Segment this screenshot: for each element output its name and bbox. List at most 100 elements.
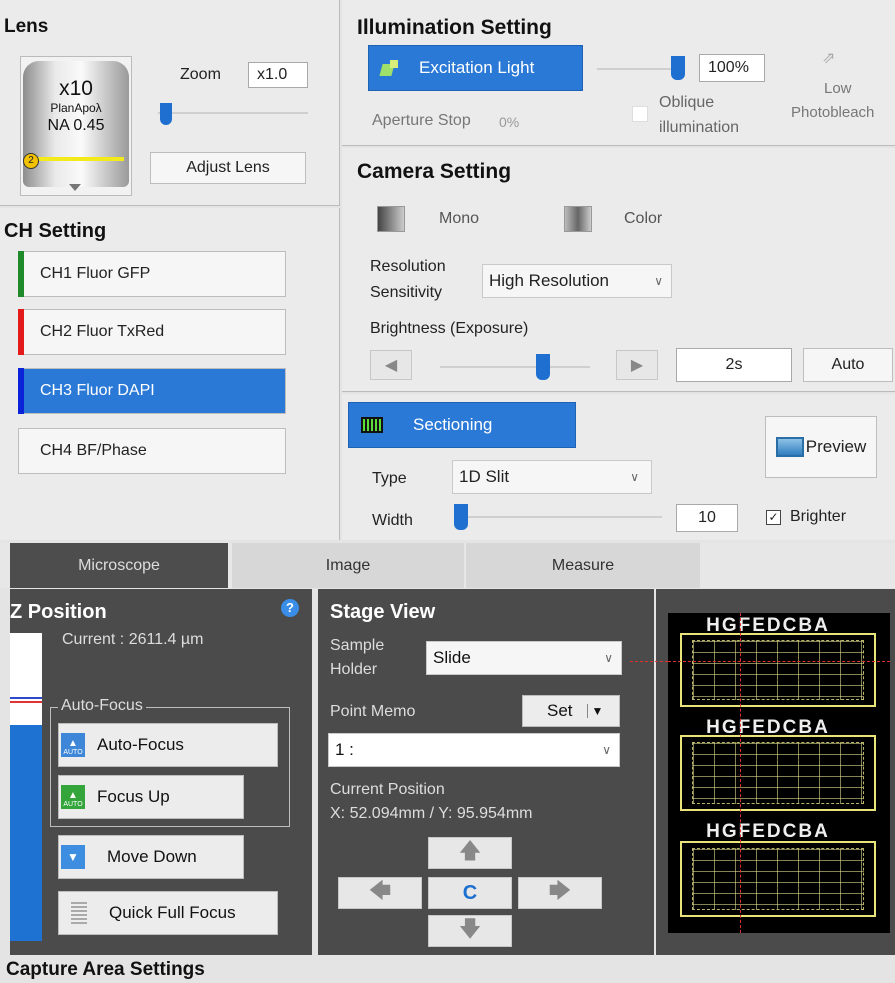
- channel-button-ch2[interactable]: CH2 Fluor TxRed: [18, 309, 286, 355]
- position-crosshair-h: [668, 661, 890, 662]
- brighter-label: Brighter: [790, 508, 847, 525]
- lens-panel: Lens x10 PlanApoλ NA 0.45 2 Zoom x1.0 Ad…: [0, 0, 340, 206]
- channel-label: CH4 BF/Phase: [40, 442, 147, 459]
- auto-focus-button[interactable]: ▲ AUTO Auto-Focus: [58, 723, 278, 767]
- quick-full-focus-button[interactable]: Quick Full Focus: [58, 891, 278, 935]
- oblique-checkbox[interactable]: [632, 106, 648, 122]
- chevron-down-icon: ∨: [630, 470, 639, 484]
- type-select[interactable]: 1D Slit ∨: [452, 460, 652, 494]
- channel-color-swatch: [18, 251, 24, 297]
- slide-2: [680, 735, 876, 811]
- color-icon[interactable]: [564, 206, 592, 232]
- preview-label: Preview: [805, 437, 867, 456]
- camera-title: Camera Setting: [357, 160, 512, 183]
- z-gauge-mid: [10, 703, 42, 725]
- tab-measure[interactable]: Measure: [466, 543, 700, 588]
- excitation-light-label: Excitation Light: [419, 58, 535, 77]
- stage-left-button[interactable]: 🡄: [338, 877, 422, 909]
- intensity-slider-track[interactable]: [597, 68, 679, 70]
- oblique-label-1: Oblique: [659, 94, 715, 111]
- stage-right-button[interactable]: 🡆: [518, 877, 602, 909]
- lens-title: Lens: [4, 16, 49, 37]
- excitation-light-button[interactable]: Excitation Light: [368, 45, 583, 91]
- mono-label[interactable]: Mono: [439, 210, 479, 228]
- zoom-slider-track[interactable]: [158, 112, 308, 114]
- intensity-value-field[interactable]: 100%: [699, 54, 765, 82]
- tab-image[interactable]: Image: [232, 543, 464, 588]
- sample-holder-label-1: Sample: [330, 637, 385, 654]
- stage-up-button[interactable]: 🡅: [428, 837, 512, 869]
- width-slider-thumb[interactable]: [454, 504, 468, 530]
- exposure-value-field[interactable]: 2s: [676, 348, 792, 382]
- channel-label: CH2 Fluor TxRed: [40, 323, 165, 340]
- set-dropdown-icon[interactable]: ▼: [586, 704, 603, 718]
- move-down-label: Move Down: [107, 847, 197, 866]
- sectioning-label: Sectioning: [413, 415, 493, 434]
- stage-map[interactable]: HGFEDCBA HGFEDCBA HGFEDCBA: [668, 613, 890, 933]
- photobleach-icon: ⇗: [822, 50, 836, 67]
- adjust-lens-button[interactable]: Adjust Lens: [150, 152, 306, 184]
- lens-objective-icon[interactable]: x10 PlanApoλ NA 0.45 2: [20, 56, 132, 196]
- sectioning-button[interactable]: Sectioning: [348, 402, 576, 448]
- preview-button[interactable]: Preview: [765, 416, 877, 478]
- chevron-down-icon: ∨: [654, 274, 663, 288]
- help-icon[interactable]: ?: [281, 599, 299, 617]
- tab-bar: Microscope Image Measure: [0, 543, 895, 588]
- zoom-value-field[interactable]: x1.0: [248, 62, 308, 88]
- intensity-slider-thumb[interactable]: [671, 56, 685, 80]
- focus-up-icon: ▲ AUTO: [61, 785, 85, 809]
- z-depth-gauge[interactable]: [10, 633, 42, 941]
- stage-center-button[interactable]: C: [428, 877, 512, 909]
- set-point-button[interactable]: Set ▼: [522, 695, 620, 727]
- auto-exposure-label: Auto: [831, 356, 865, 373]
- lens-type: PlanApoλ: [50, 101, 102, 115]
- current-position-label: Current Position: [330, 781, 445, 798]
- camera-panel: Camera Setting Mono Color Resolution Sen…: [342, 148, 895, 392]
- set-point-label: Set: [547, 701, 573, 720]
- sample-holder-value: Slide: [433, 648, 471, 667]
- sample-holder-select[interactable]: Slide ∨: [426, 641, 622, 675]
- preview-icon: [775, 437, 804, 457]
- zoom-label: Zoom: [180, 66, 221, 83]
- brighter-checkbox[interactable]: ✓: [766, 510, 781, 525]
- slide-1: [680, 633, 876, 707]
- photobleach-label: Photobleach: [791, 104, 875, 121]
- zoom-value: x1.0: [257, 66, 288, 83]
- tab-measure-label: Measure: [551, 556, 615, 574]
- focus-up-label: Focus Up: [97, 787, 170, 806]
- resolution-select[interactable]: High Resolution ∨: [482, 264, 672, 298]
- mono-icon[interactable]: [377, 206, 405, 232]
- zoom-slider-thumb[interactable]: [160, 103, 172, 125]
- width-slider-track[interactable]: [456, 516, 662, 518]
- auto-exposure-button[interactable]: Auto: [803, 348, 893, 382]
- brightness-decrease-button[interactable]: ◀: [370, 350, 412, 380]
- width-value: 10: [698, 509, 716, 526]
- width-value-field[interactable]: 10: [676, 504, 738, 532]
- exposure-slider-track[interactable]: [440, 366, 590, 368]
- quick-full-focus-icon: [71, 902, 87, 924]
- channel-button-ch3[interactable]: CH3 Fluor DAPI: [18, 368, 286, 414]
- z-gauge-top: [10, 633, 42, 697]
- resolution-label-1: Resolution: [370, 258, 446, 275]
- focus-up-button[interactable]: ▲ AUTO Focus Up: [58, 775, 244, 819]
- auto-focus-icon: ▲ AUTO: [61, 733, 85, 757]
- adjust-lens-label: Adjust Lens: [186, 159, 270, 176]
- channel-button-ch1[interactable]: CH1 Fluor GFP: [18, 251, 286, 297]
- resolution-label-2: Sensitivity: [370, 284, 443, 301]
- z-current-label: Current : 2611.4 µm: [62, 631, 204, 648]
- move-down-button[interactable]: ▼ Move Down: [58, 835, 244, 879]
- color-label[interactable]: Color: [624, 210, 662, 228]
- low-photobleach-button[interactable]: ⇗ Low Photobleach: [782, 44, 895, 132]
- tab-microscope[interactable]: Microscope: [10, 543, 228, 588]
- chevron-down-icon: ∨: [602, 743, 611, 757]
- stage-down-button[interactable]: 🡇: [428, 915, 512, 947]
- brightness-increase-button[interactable]: ▶: [616, 350, 658, 380]
- channel-button-ch4[interactable]: CH4 BF/Phase: [18, 428, 286, 474]
- plate-letters-3: HGFEDCBA: [706, 821, 830, 842]
- exposure-slider-thumb[interactable]: [536, 354, 550, 380]
- low-label: Low: [824, 80, 852, 97]
- crosshair-h-outside: [630, 661, 668, 662]
- excitation-light-icon: [379, 60, 401, 76]
- move-down-icon: ▼: [61, 845, 85, 869]
- point-memo-select[interactable]: 1 : ∨: [328, 733, 620, 767]
